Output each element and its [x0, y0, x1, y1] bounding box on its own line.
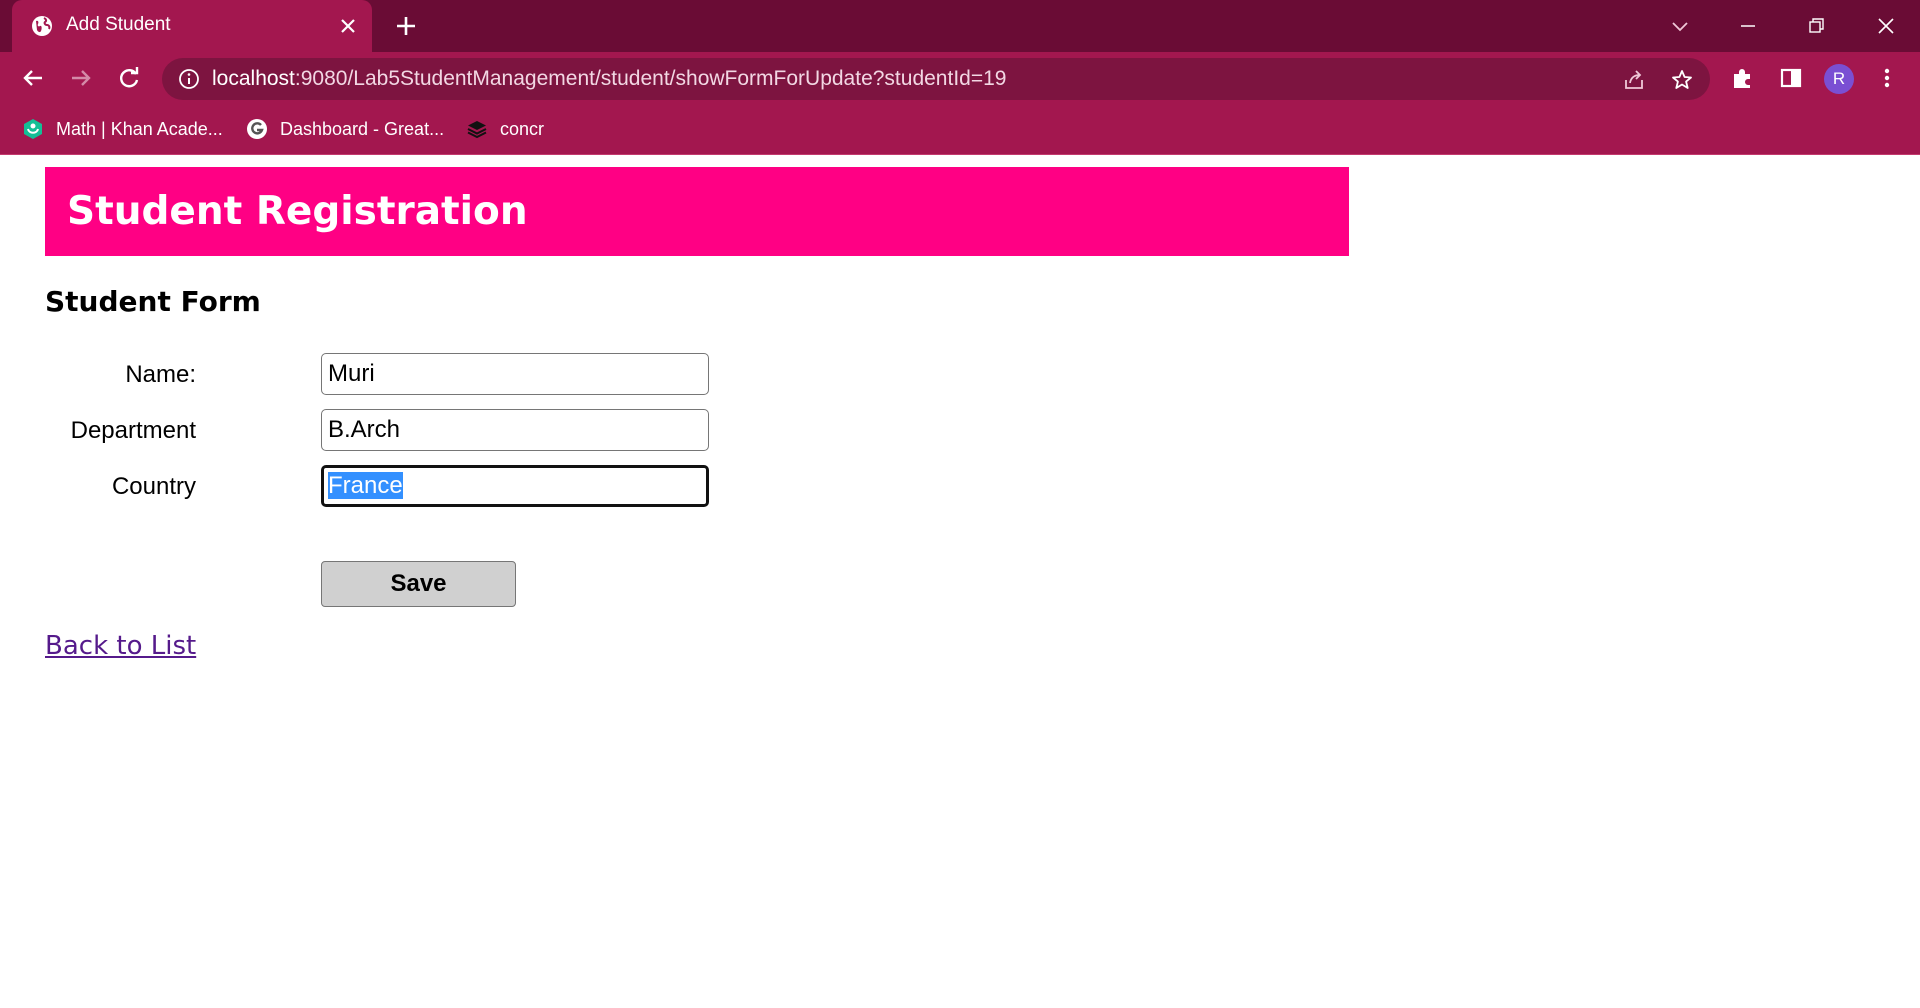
header-banner: Student Registration — [45, 167, 1349, 256]
back-to-list-link[interactable]: Back to List — [45, 631, 196, 661]
address-bar[interactable]: localhost:9080/Lab5StudentManagement/stu… — [162, 58, 1710, 100]
close-window-icon[interactable] — [1872, 12, 1900, 40]
country-field[interactable]: France — [321, 465, 709, 507]
bookmark-label: concr — [500, 118, 545, 139]
great-learning-icon — [247, 119, 267, 139]
globe-icon — [32, 16, 52, 36]
minimize-icon[interactable] — [1734, 12, 1762, 40]
url-text: localhost:9080/Lab5StudentManagement/stu… — [212, 67, 1006, 91]
bookmark-concr[interactable]: concr — [466, 115, 544, 143]
name-field[interactable]: Muri — [321, 353, 709, 395]
close-tab-icon[interactable] — [338, 16, 358, 36]
department-field[interactable]: B.Arch — [321, 409, 709, 451]
bookmark-khan-academy[interactable]: Math | Khan Acade... — [22, 115, 223, 143]
info-icon[interactable] — [178, 68, 200, 90]
profile-avatar[interactable]: R — [1824, 64, 1854, 94]
share-icon[interactable] — [1622, 68, 1646, 92]
side-panel-icon[interactable] — [1778, 65, 1804, 91]
country-label: Country — [111, 473, 196, 500]
tab-search-chevron-icon[interactable] — [1666, 12, 1694, 40]
restore-icon[interactable] — [1802, 12, 1830, 40]
bookmark-label: Math | Khan Acade... — [56, 118, 223, 139]
country-value-selected: France — [328, 472, 403, 499]
page-title: Student Registration — [67, 189, 528, 234]
bookmarks-bar: Math | Khan Acade... Dashboard - Great..… — [0, 104, 1920, 154]
khan-academy-icon — [24, 119, 42, 139]
chrome-divider — [0, 154, 1920, 155]
tab-title: Add Student — [66, 14, 171, 35]
forward-arrow-icon[interactable] — [68, 65, 94, 91]
department-label: Department — [70, 417, 196, 444]
name-label: Name: — [125, 361, 196, 388]
new-tab-icon[interactable] — [394, 14, 418, 38]
bookmark-star-icon[interactable] — [1670, 68, 1694, 92]
reload-icon[interactable] — [116, 65, 142, 91]
back-arrow-icon[interactable] — [20, 65, 46, 91]
menu-kebab-icon[interactable] — [1874, 65, 1900, 91]
stack-icon — [467, 121, 487, 139]
bookmark-great-learning[interactable]: Dashboard - Great... — [246, 115, 444, 143]
tab-add-student[interactable]: Add Student — [12, 0, 372, 52]
url-path: :9080/Lab5StudentManagement/student/show… — [294, 67, 1007, 90]
save-button[interactable]: Save — [321, 561, 516, 607]
url-host: localhost — [212, 67, 295, 90]
form-title: Student Form — [45, 285, 261, 318]
browser-toolbar: localhost:9080/Lab5StudentManagement/stu… — [0, 52, 1920, 104]
tab-strip: Add Student — [0, 0, 1920, 52]
extensions-puzzle-icon[interactable] — [1730, 65, 1756, 91]
bookmark-label: Dashboard - Great... — [280, 118, 445, 139]
